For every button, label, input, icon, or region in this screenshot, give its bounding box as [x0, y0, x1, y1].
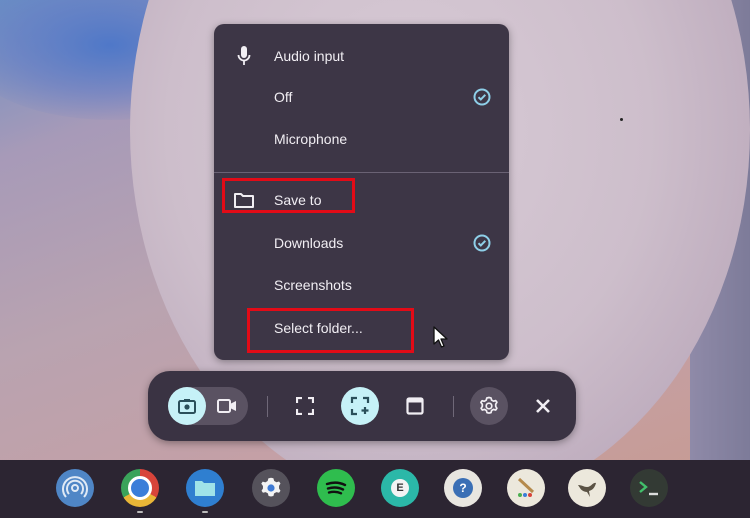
camera-icon: [178, 399, 196, 414]
chrome-icon: [128, 476, 152, 500]
running-indicator: [137, 511, 143, 513]
microphone-icon: [234, 46, 254, 66]
shelf-app-spotify[interactable]: [317, 469, 355, 507]
audio-option-microphone[interactable]: Microphone: [214, 124, 509, 154]
save-option-screenshots[interactable]: Screenshots: [214, 270, 509, 300]
menu-divider: [214, 172, 509, 173]
screenshot-mode-button[interactable]: [168, 387, 206, 425]
toolbar-divider: [267, 396, 268, 417]
e-app-icon: E: [391, 479, 409, 497]
annotation-box-save-to: [222, 178, 355, 213]
shelf-app-paint[interactable]: [507, 469, 545, 507]
video-camera-icon: [217, 399, 236, 413]
shelf-app-terminal[interactable]: [630, 469, 668, 507]
nearby-share-icon: [62, 476, 88, 498]
audio-option-microphone-label: Microphone: [274, 131, 348, 147]
help-app-icon: ?: [453, 478, 473, 498]
audio-input-label: Audio input: [274, 48, 345, 64]
files-icon: [195, 481, 215, 496]
save-option-screenshots-label: Screenshots: [274, 277, 352, 293]
close-icon: [536, 399, 550, 413]
settings-icon: [261, 477, 281, 497]
check-circle-icon: [473, 88, 491, 106]
mouse-cursor-icon: [433, 326, 448, 348]
gimp-icon: [578, 482, 596, 497]
fullscreen-icon: [296, 397, 314, 415]
check-circle-icon: [473, 234, 491, 252]
partial-capture-button[interactable]: [341, 387, 379, 425]
save-option-downloads[interactable]: Downloads: [214, 228, 509, 258]
screen-speck: [620, 118, 623, 121]
close-capture-button[interactable]: [524, 387, 562, 425]
audio-option-off-label: Off: [274, 89, 293, 105]
capture-mode-toolbar: [148, 371, 576, 441]
window-icon: [406, 397, 424, 415]
spotify-icon: [325, 481, 347, 495]
toolbar-divider: [453, 396, 454, 417]
shelf-app-files[interactable]: [186, 469, 224, 507]
paint-app-icon: [517, 477, 535, 497]
gear-icon: [480, 396, 498, 414]
shelf-app-nearby-share[interactable]: [56, 469, 94, 507]
terminal-icon: [639, 481, 658, 496]
shelf-app-gimp[interactable]: [568, 469, 606, 507]
screen-record-mode-button[interactable]: [208, 387, 246, 425]
annotation-box-select-folder: [247, 308, 414, 353]
save-option-downloads-label: Downloads: [274, 235, 344, 251]
settings-button[interactable]: [470, 387, 508, 425]
window-capture-button[interactable]: [396, 387, 434, 425]
fullscreen-capture-button[interactable]: [286, 387, 324, 425]
shelf-app-chrome[interactable]: [121, 469, 159, 507]
running-indicator: [202, 511, 208, 513]
shelf-app-settings[interactable]: [252, 469, 290, 507]
partial-capture-icon: [350, 396, 370, 416]
shelf-app-help[interactable]: ?: [444, 469, 482, 507]
audio-option-off[interactable]: Off: [214, 82, 509, 112]
shelf-app-e-app[interactable]: E: [381, 469, 419, 507]
audio-input-header: Audio input: [214, 41, 509, 71]
